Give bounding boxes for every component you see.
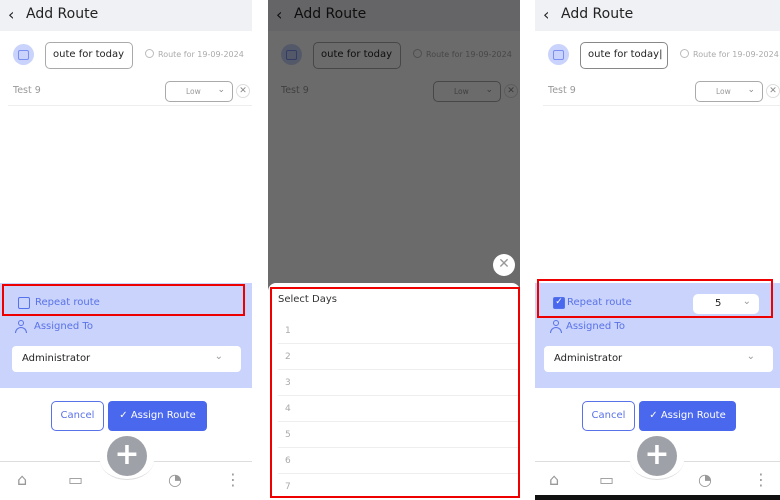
assign-route-button[interactable]: ✓ Assign Route bbox=[639, 401, 736, 431]
chevron-down-icon: ⌄ bbox=[214, 351, 223, 362]
edit-icon bbox=[145, 49, 154, 58]
add-fab-button[interactable]: + bbox=[107, 436, 147, 476]
screen-select-days: ‹ Add Route oute for today Route for 19-… bbox=[268, 0, 520, 500]
home-icon[interactable]: ⌂ bbox=[17, 470, 27, 489]
highlight-box bbox=[270, 287, 520, 498]
route-for-label: Route for 19-09-2024 bbox=[145, 49, 244, 59]
chevron-down-icon: ⌄ bbox=[747, 85, 755, 95]
edit-icon bbox=[680, 49, 689, 58]
assigned-to-label: Assigned To bbox=[566, 321, 625, 332]
header: ‹ Add Route bbox=[535, 0, 780, 31]
header: ‹ Add Route bbox=[0, 0, 252, 31]
divider bbox=[543, 105, 780, 106]
add-fab-button[interactable]: + bbox=[637, 436, 677, 476]
system-bar bbox=[535, 495, 780, 500]
pie-chart-icon[interactable]: ◔ bbox=[698, 470, 712, 489]
priority-select[interactable]: Low⌄ bbox=[695, 81, 763, 102]
chevron-down-icon: ⌄ bbox=[217, 85, 225, 95]
cancel-button[interactable]: Cancel bbox=[582, 401, 635, 431]
cancel-button[interactable]: Cancel bbox=[51, 401, 104, 431]
calendar-nav-icon[interactable]: ▭ bbox=[68, 470, 83, 489]
home-icon[interactable]: ⌂ bbox=[549, 470, 559, 489]
more-icon[interactable]: ⋮ bbox=[753, 470, 769, 489]
assigned-to-label: Assigned To bbox=[34, 321, 93, 332]
back-icon[interactable]: ‹ bbox=[543, 5, 549, 24]
highlight-box bbox=[2, 284, 245, 316]
calendar-icon bbox=[13, 44, 34, 65]
item-name: Test 9 bbox=[13, 85, 41, 96]
user-icon bbox=[15, 320, 27, 333]
more-icon[interactable]: ⋮ bbox=[225, 470, 241, 489]
assignee-select[interactable]: Administrator ⌄ bbox=[12, 346, 241, 372]
route-for-label: Route for 19-09-2024 bbox=[680, 49, 779, 59]
back-icon[interactable]: ‹ bbox=[8, 5, 14, 24]
page-title: Add Route bbox=[26, 6, 99, 22]
remove-item-button[interactable]: ✕ bbox=[766, 84, 780, 98]
assignee-select[interactable]: Administrator ⌄ bbox=[544, 346, 773, 372]
page-title: Add Route bbox=[561, 6, 634, 22]
item-name: Test 9 bbox=[548, 85, 576, 96]
remove-item-button[interactable]: ✕ bbox=[236, 84, 250, 98]
calendar-nav-icon[interactable]: ▭ bbox=[599, 470, 614, 489]
route-name-input[interactable]: oute for today bbox=[45, 42, 133, 69]
calendar-icon bbox=[548, 44, 569, 65]
pie-chart-icon[interactable]: ◔ bbox=[168, 470, 182, 489]
user-icon bbox=[550, 320, 562, 333]
close-sheet-button[interactable]: ✕ bbox=[493, 254, 515, 276]
assign-route-button[interactable]: ✓ Assign Route bbox=[108, 401, 207, 431]
screen-checked: ‹ Add Route oute for today| Route for 19… bbox=[535, 0, 780, 500]
priority-select[interactable]: Low⌄ bbox=[165, 81, 233, 102]
screen-unchecked: ‹ Add Route oute for today Route for 19-… bbox=[0, 0, 252, 500]
chevron-down-icon: ⌄ bbox=[746, 351, 755, 362]
highlight-box bbox=[537, 279, 773, 318]
route-name-input[interactable]: oute for today| bbox=[580, 42, 668, 69]
divider bbox=[8, 105, 252, 106]
